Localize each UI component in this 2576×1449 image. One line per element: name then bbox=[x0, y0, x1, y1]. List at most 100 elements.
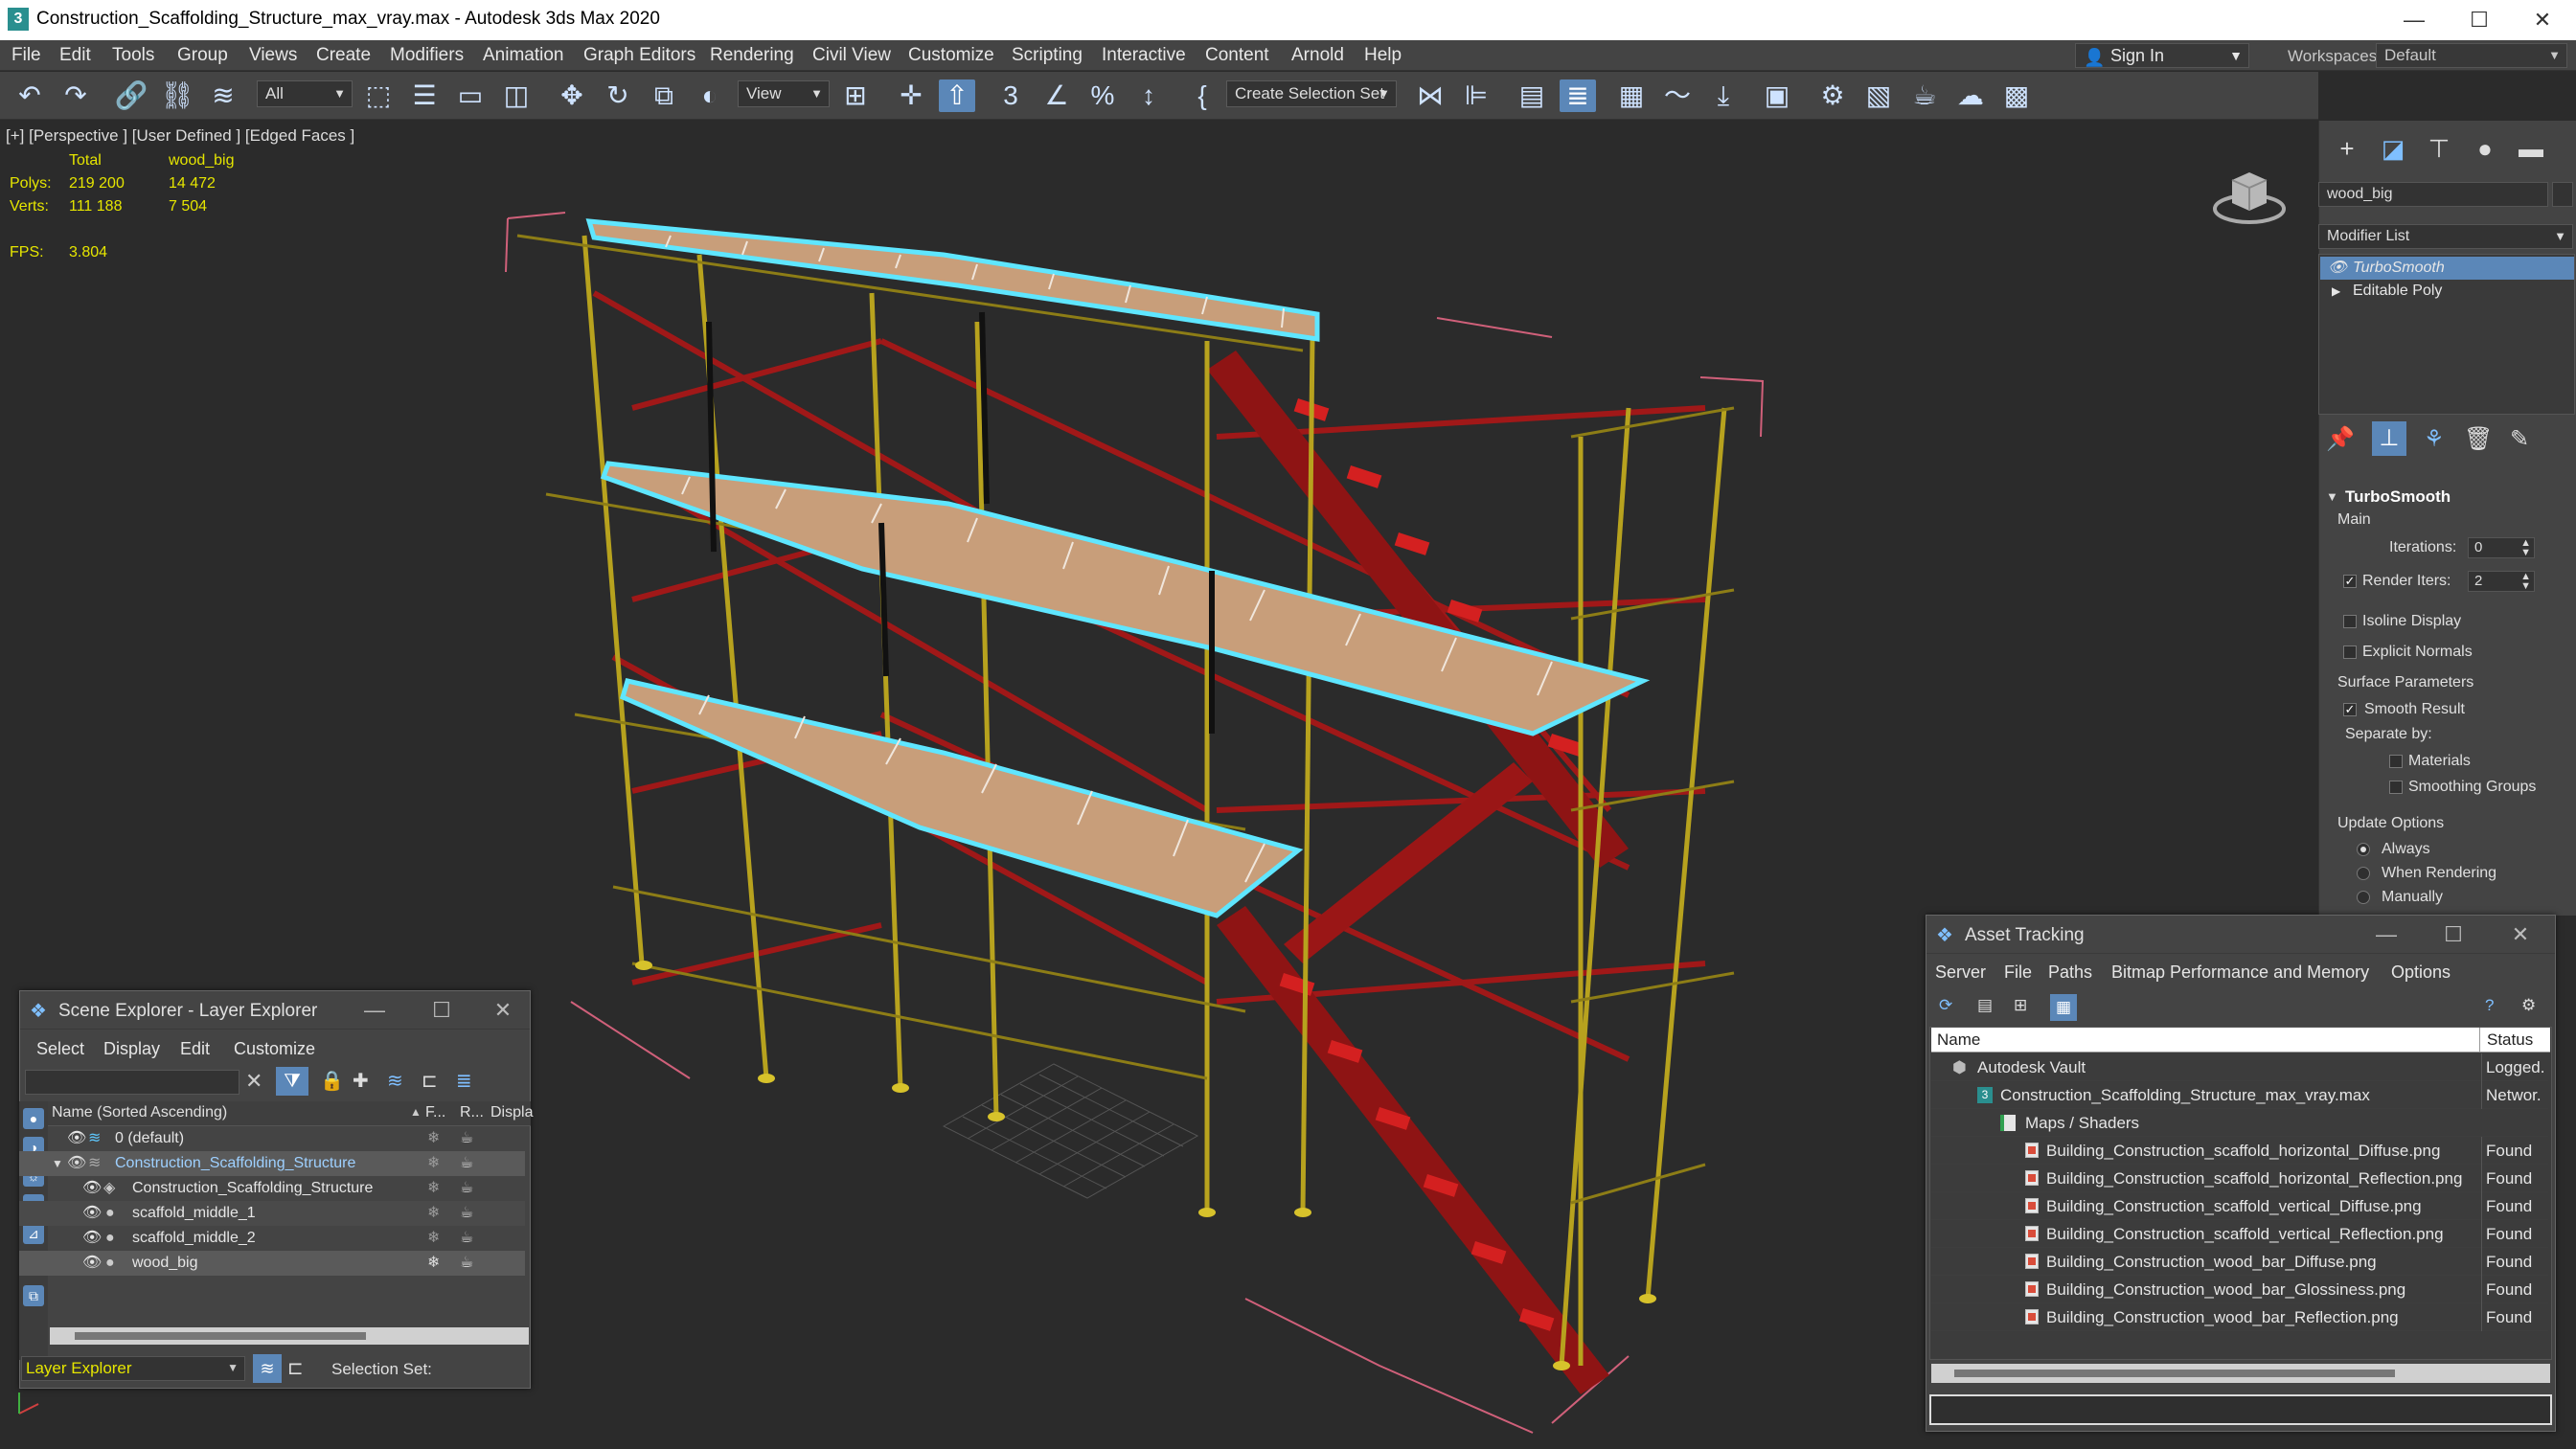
menu-arnold[interactable]: Arnold bbox=[1291, 45, 1344, 66]
menu-file[interactable]: File bbox=[11, 45, 41, 66]
asset-row-texture[interactable]: Building_Construction_wood_bar_Glossines… bbox=[1931, 1276, 2548, 1303]
eye-icon[interactable]: 👁 bbox=[82, 1251, 102, 1276]
align-icon[interactable]: ⊫ bbox=[1458, 79, 1494, 112]
hierarchy-tab-icon[interactable]: ⊤ bbox=[2421, 130, 2457, 167]
asset-row-vault[interactable]: ⬢ Autodesk Vault bbox=[1931, 1053, 2548, 1081]
spinner-arrows-icon[interactable]: ▲ ▼ bbox=[2520, 572, 2531, 592]
iterations-spinner[interactable]: 0 ▲ ▼ bbox=[2468, 537, 2535, 558]
at-menu-file[interactable]: File bbox=[2004, 962, 2032, 983]
render-setup-icon[interactable]: ⚙ bbox=[1814, 79, 1851, 112]
se-col-display[interactable]: Displa bbox=[490, 1104, 533, 1121]
menu-modifiers[interactable]: Modifiers bbox=[390, 45, 464, 66]
display-all-icon[interactable]: ⧉ bbox=[23, 1285, 44, 1306]
at-path-field[interactable] bbox=[1929, 1394, 2552, 1425]
when-rendering-radio[interactable] bbox=[2357, 867, 2370, 880]
collapse-arrow-icon[interactable]: ▼ bbox=[52, 1151, 63, 1176]
edit-named-selection-icon[interactable]: { bbox=[1184, 79, 1220, 112]
asset-row-maps-shaders[interactable]: Maps / Shaders bbox=[1931, 1109, 2548, 1137]
table-view-icon[interactable]: ▦ bbox=[2050, 994, 2077, 1021]
isoline-display-checkbox[interactable] bbox=[2343, 615, 2357, 628]
curve-editor-icon[interactable]: 〜 bbox=[1659, 79, 1696, 112]
object-row-scaffold-middle-1[interactable]: 👁 ● scaffold_middle_1 ❄ ☕ bbox=[19, 1201, 525, 1226]
clear-search-icon[interactable]: ✕ bbox=[245, 1069, 262, 1094]
eye-icon[interactable]: 👁 bbox=[82, 1226, 102, 1251]
toggle-layer-explorer-icon[interactable]: ≣ bbox=[1560, 79, 1596, 112]
eye-icon[interactable]: 👁 bbox=[67, 1151, 86, 1176]
render-iters-spinner[interactable]: 2 ▲ ▼ bbox=[2468, 571, 2535, 592]
material-editor-icon[interactable]: ▣ bbox=[1759, 79, 1795, 112]
snaps-toggle-icon[interactable]: 3 bbox=[992, 79, 1029, 112]
menu-interactive[interactable]: Interactive bbox=[1102, 45, 1186, 66]
object-name-field[interactable]: wood_big bbox=[2318, 182, 2548, 207]
modifier-list-dropdown[interactable]: Modifier List ▼ bbox=[2318, 224, 2573, 249]
menu-tools[interactable]: Tools bbox=[112, 45, 154, 66]
layers-toggle-icon[interactable]: ≋ bbox=[253, 1354, 282, 1383]
hierarchy-toggle-icon[interactable]: ⊏ bbox=[287, 1356, 304, 1380]
freeze-icon[interactable]: ❄ bbox=[427, 1151, 440, 1176]
menu-scripting[interactable]: Scripting bbox=[1012, 45, 1083, 66]
menu-help[interactable]: Help bbox=[1364, 45, 1402, 66]
eye-icon[interactable]: 👁 bbox=[82, 1176, 102, 1201]
render-teapot-icon[interactable]: ☕ bbox=[460, 1201, 473, 1226]
angle-snap-icon[interactable]: ∠ bbox=[1038, 79, 1075, 112]
pivot-center-icon[interactable]: ⊞ bbox=[837, 79, 874, 112]
freeze-icon[interactable]: ❄ bbox=[427, 1251, 440, 1276]
menu-rendering[interactable]: Rendering bbox=[710, 45, 794, 66]
stack-item-turbosmooth[interactable]: 👁 TurboSmooth bbox=[2320, 257, 2574, 280]
tree-view-icon[interactable]: ⊞ bbox=[2014, 996, 2027, 1015]
redo-icon[interactable]: ↷ bbox=[57, 79, 94, 112]
undo-icon[interactable]: ↶ bbox=[11, 79, 48, 112]
percent-snap-icon[interactable]: % bbox=[1084, 79, 1121, 112]
minimize-button[interactable]: — bbox=[355, 997, 394, 1024]
asset-row-texture[interactable]: Building_Construction_wood_bar_Diffuse.p… bbox=[1931, 1248, 2548, 1276]
explicit-normals-checkbox[interactable] bbox=[2343, 645, 2357, 659]
close-button[interactable]: ✕ bbox=[2514, 6, 2571, 34]
menu-civil-view[interactable]: Civil View bbox=[812, 45, 891, 66]
list-view-icon[interactable]: ▤ bbox=[1977, 996, 1993, 1015]
new-layer-icon[interactable]: ✚ bbox=[353, 1069, 369, 1093]
sign-in-dropdown[interactable]: 👤 Sign In ▼ bbox=[2075, 43, 2249, 68]
rollout-collapse-icon[interactable]: ▼ bbox=[2326, 489, 2338, 504]
at-col-name[interactable]: Name bbox=[1937, 1030, 1980, 1050]
layer-row-construction[interactable]: ▼ 👁 ≋ Construction_Scaffolding_Structure… bbox=[19, 1151, 525, 1176]
schematic-view-icon[interactable]: ⤓ bbox=[1705, 79, 1742, 112]
se-scrollbar-thumb[interactable] bbox=[75, 1332, 366, 1340]
render-in-cloud-icon[interactable]: ☁ bbox=[1952, 79, 1989, 112]
make-unique-icon[interactable]: ⚘ bbox=[2424, 425, 2445, 453]
display-tab-icon[interactable]: ▬ bbox=[2513, 130, 2549, 167]
asset-row-texture[interactable]: Building_Construction_scaffold_horizonta… bbox=[1931, 1137, 2548, 1165]
expand-arrow-icon[interactable]: ▶ bbox=[2332, 280, 2340, 303]
menu-edit[interactable]: Edit bbox=[59, 45, 91, 66]
show-end-result-icon[interactable]: ⊥ bbox=[2372, 421, 2406, 456]
object-color-swatch[interactable] bbox=[2552, 182, 2573, 207]
menu-views[interactable]: Views bbox=[249, 45, 297, 66]
spinner-arrows-icon[interactable]: ▲ ▼ bbox=[2520, 538, 2531, 558]
toggle-scene-explorer-icon[interactable]: ▤ bbox=[1514, 79, 1550, 112]
se-menu-select[interactable]: Select bbox=[36, 1039, 84, 1059]
asset-row-texture[interactable]: Building_Construction_scaffold_vertical_… bbox=[1931, 1192, 2548, 1220]
close-button[interactable]: ✕ bbox=[2501, 921, 2540, 948]
at-menu-paths[interactable]: Paths bbox=[2048, 962, 2092, 983]
motion-tab-icon[interactable]: ● bbox=[2467, 130, 2503, 167]
object-row-construction[interactable]: 👁 ◈ Construction_Scaffolding_Structure ❄… bbox=[19, 1176, 525, 1201]
turbosmooth-rollout-title[interactable]: TurboSmooth bbox=[2345, 487, 2451, 507]
smoothing-groups-checkbox[interactable] bbox=[2389, 781, 2403, 794]
object-row-scaffold-middle-2[interactable]: 👁 ● scaffold_middle_2 ❄ ☕ bbox=[19, 1226, 525, 1251]
se-search-input[interactable] bbox=[25, 1070, 239, 1095]
menu-content[interactable]: Content bbox=[1205, 45, 1269, 66]
refresh-icon[interactable]: ⟳ bbox=[1939, 996, 1952, 1015]
se-menu-display[interactable]: Display bbox=[103, 1039, 160, 1059]
freeze-icon[interactable]: ❄ bbox=[427, 1176, 440, 1201]
at-menu-options[interactable]: Options bbox=[2391, 962, 2451, 983]
selection-filter-select[interactable]: All ▼ bbox=[257, 80, 353, 107]
modify-tab-icon[interactable]: ◪ bbox=[2375, 130, 2411, 167]
window-crossing-icon[interactable]: ◫ bbox=[498, 79, 535, 112]
pin-stack-icon[interactable]: 📌 bbox=[2326, 425, 2355, 453]
a360-gallery-icon[interactable]: ▩ bbox=[1998, 79, 2035, 112]
toggle-ribbon-icon[interactable]: ▦ bbox=[1613, 79, 1650, 112]
configure-modifier-sets-icon[interactable]: ✎ bbox=[2510, 425, 2529, 453]
materials-checkbox[interactable] bbox=[2389, 755, 2403, 768]
asset-row-texture[interactable]: Building_Construction_wood_bar_Reflectio… bbox=[1931, 1303, 2548, 1331]
se-menu-customize[interactable]: Customize bbox=[234, 1039, 315, 1059]
keyboard-shortcut-override-icon[interactable]: ⇧ bbox=[939, 79, 975, 112]
